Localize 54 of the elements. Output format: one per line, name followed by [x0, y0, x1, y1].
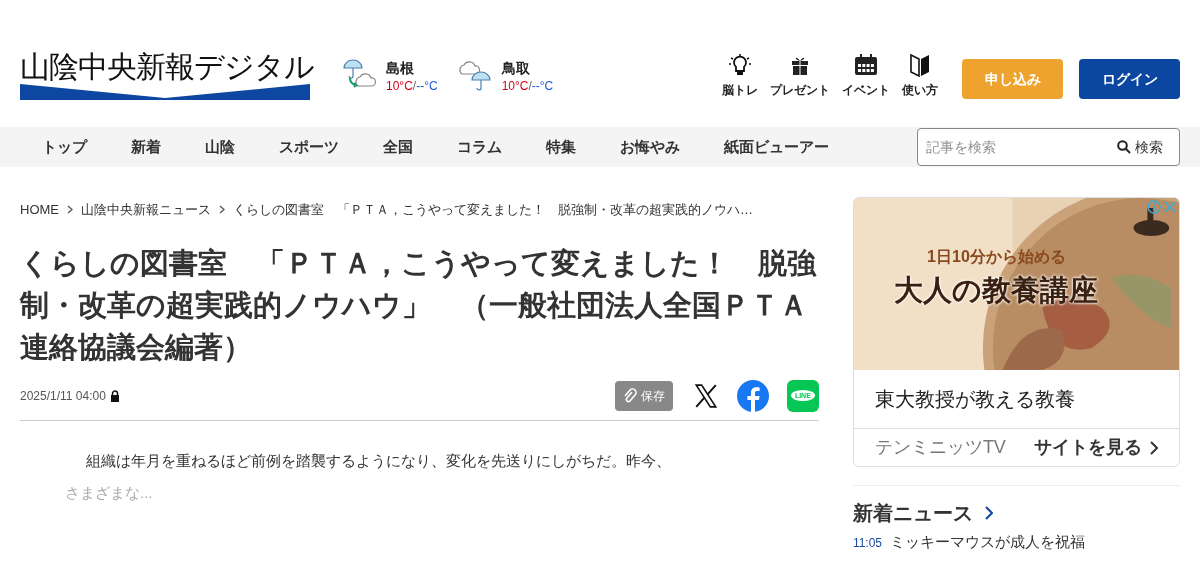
ad-cta-link[interactable]: サイトを見る: [1034, 434, 1158, 461]
high-temp: 10°C: [501, 77, 529, 94]
ad-title: 東大教授が教える教養: [873, 387, 1076, 412]
article-title: くらしの図書室 「ＰＴＡ，こうやって変えました！ 脱強制・改革の超実践的ノウハウ」 （一般社団法人全国ＰＴＡ連絡協議会編著）: [20, 245, 818, 365]
temp-separator: /: [412, 77, 417, 94]
search-field[interactable]: 記事を検索 検索: [917, 128, 1180, 166]
info-icon[interactable]: [1147, 200, 1161, 214]
news-title: ミッキーマウスが成人を祝福: [890, 532, 1085, 552]
header-link[interactable]: イベント: [842, 52, 890, 99]
publish-date: 2025/1/11 04:00: [20, 387, 106, 404]
ad-headline: 大人の教養講座: [894, 273, 1099, 309]
article-teaser: さまざまな...: [64, 482, 154, 503]
lightbulb-icon: [728, 52, 752, 77]
book-icon: [908, 52, 932, 77]
breadcrumb-link[interactable]: くらしの図書室 「ＰＴＡ，こうやって変えました！ 脱強制・改革の超実践的ノウハ…: [233, 200, 753, 220]
header-link[interactable]: プレゼント: [770, 52, 830, 99]
x-share-icon[interactable]: [692, 382, 719, 409]
nav-tab[interactable]: スポーツ: [257, 135, 361, 159]
nav-tab[interactable]: コラム: [435, 135, 524, 159]
high-temp: 10°C: [386, 77, 413, 94]
nav-tab[interactable]: 新着: [109, 135, 183, 159]
paperclip-icon: [622, 387, 637, 404]
ad-card[interactable]: 1日10分から始める 大人の教養講座 東大教授が教える教養 テンミニッツTV サイトを見る: [852, 197, 1180, 467]
nav-tab[interactable]: トップ: [20, 135, 109, 159]
header-link[interactable]: 使い方: [902, 52, 938, 99]
breadcrumb-link[interactable]: HOME: [20, 200, 59, 220]
nav-tab[interactable]: 山陰: [183, 135, 257, 159]
chevron-icon: [219, 205, 225, 215]
news-item[interactable]: 11:05 ミッキーマウスが成人を祝福: [852, 532, 1180, 552]
ad-advertiser: テンミニッツTV: [874, 436, 1006, 459]
search-button[interactable]: 検索: [1109, 137, 1171, 157]
nav-tab[interactable]: 紙面ビューアー: [702, 135, 851, 159]
nav-tab[interactable]: お悔やみ: [598, 135, 702, 159]
chevron-icon: [1150, 440, 1158, 455]
nav-tab[interactable]: 全国: [361, 135, 435, 159]
login-button[interactable]: ログイン: [1079, 58, 1180, 99]
save-button[interactable]: 保存: [614, 380, 673, 411]
chevron-icon: [67, 205, 73, 215]
low-temp: --°C: [531, 77, 554, 94]
weather-place: 島根: [386, 58, 415, 78]
nav-tab[interactable]: 特集: [524, 135, 598, 159]
news-heading-link[interactable]: 新着ニュース: [852, 498, 1180, 528]
calendar-icon: [854, 52, 878, 77]
facebook-share-icon[interactable]: [736, 379, 769, 412]
news-time: 11:05: [852, 535, 882, 551]
weather-place: 鳥取: [501, 58, 531, 78]
search-icon: [1117, 140, 1131, 154]
ad-kicker: 1日10分から始める: [927, 247, 1066, 268]
article-lead: 組織は年月を重ねるほど前例を踏襲するようになり、変化を先送りにしがちだ。昨今、: [85, 450, 672, 471]
chevron-icon: [984, 506, 993, 520]
temp-separator: /: [528, 77, 532, 94]
low-temp: --°C: [416, 77, 438, 94]
breadcrumb-link[interactable]: 山陰中央新報ニュース: [81, 200, 211, 220]
header-link[interactable]: 脳トレ: [722, 52, 758, 99]
